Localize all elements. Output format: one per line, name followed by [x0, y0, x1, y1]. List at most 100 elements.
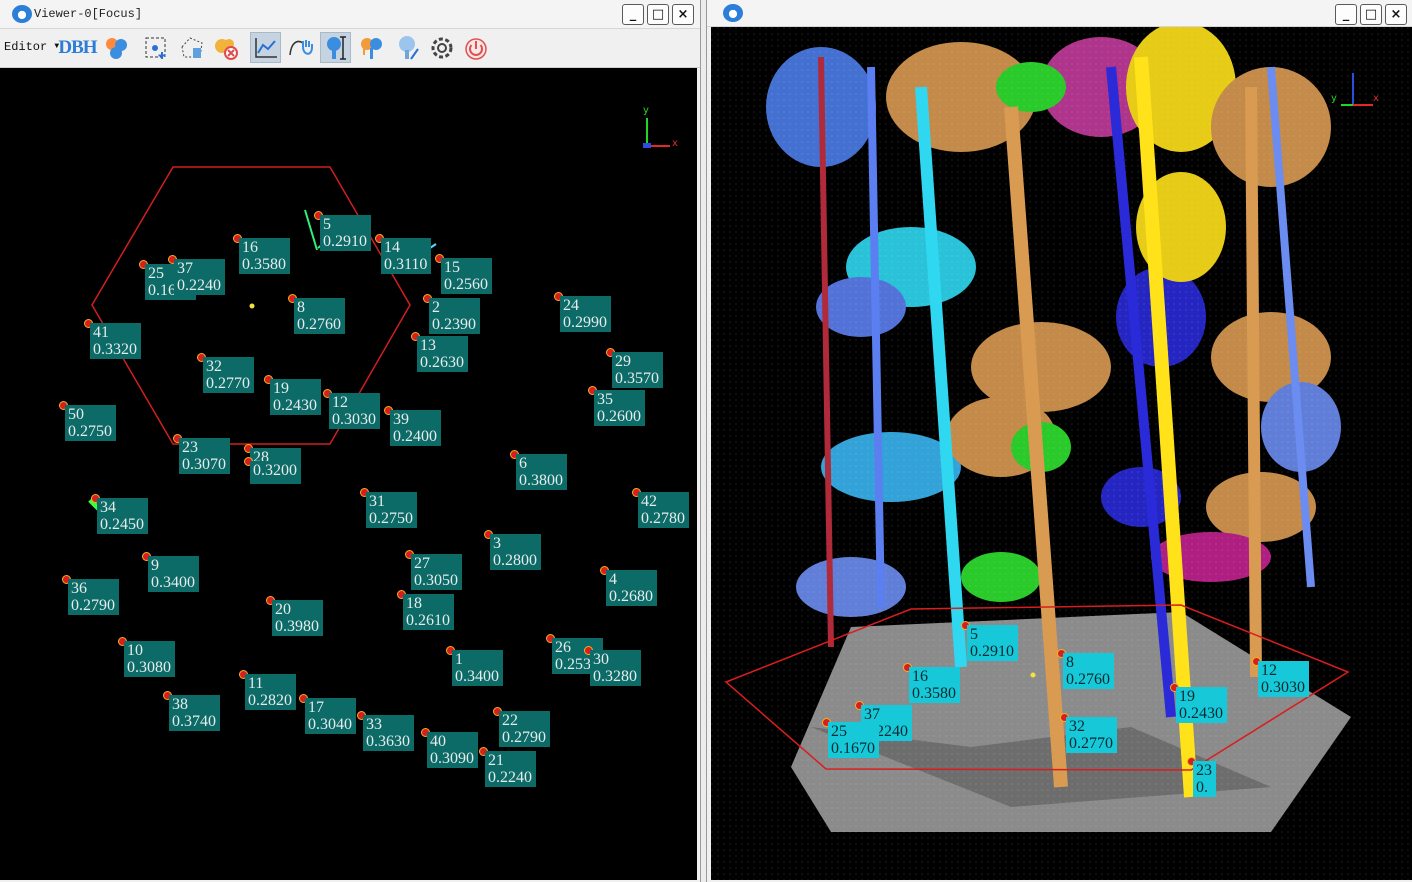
- tree-dbh-value: 0.3580: [242, 256, 286, 273]
- top-view-tree-label[interactable]: 24 0.2990: [560, 296, 611, 332]
- top-view-tree-label[interactable]: 10 0.3080: [124, 641, 175, 677]
- delete-cluster-button[interactable]: [210, 32, 241, 63]
- tree-dbh-value: 0.2560: [444, 276, 488, 293]
- top-view-tree-label[interactable]: 40 0.3090: [427, 732, 478, 768]
- tree-id: 34: [100, 499, 116, 516]
- axis-gizmo-icon: [1341, 73, 1373, 106]
- top-view-tree-label[interactable]: 31 0.2750: [366, 492, 417, 528]
- top-view-tree-label[interactable]: 42 0.2780: [638, 492, 689, 528]
- top-view-tree-label[interactable]: 14 0.3110: [381, 238, 432, 274]
- top-view-tree-label[interactable]: 15 0.2560: [441, 258, 492, 294]
- top-view-tree-label[interactable]: 9 0.3400: [148, 556, 199, 592]
- maximize-button[interactable]: □: [647, 4, 669, 25]
- top-view-tree-label[interactable]: 35 0.2600: [594, 390, 645, 426]
- top-view-tree-label[interactable]: 11 0.2820: [245, 674, 296, 710]
- top-view-tree-label[interactable]: 34 0.2450: [97, 498, 148, 534]
- top-view-tree-label[interactable]: 21 0.2240: [485, 751, 536, 787]
- top-view-tree-label[interactable]: 8 0.2760: [294, 298, 345, 334]
- perspective-tree-label[interactable]: 12 0.3030: [1258, 661, 1309, 697]
- tree-dbh-value: 0.3030: [332, 411, 376, 428]
- editor-menu[interactable]: Editor ▼: [4, 40, 59, 54]
- tree-id: 4: [609, 571, 617, 588]
- top-view-tree-label[interactable]: 38 0.3740: [169, 695, 220, 731]
- tree-dbh-value: 0.3630: [366, 733, 410, 750]
- top-view-tree-label[interactable]: 19 0.2430: [270, 379, 321, 415]
- left-titlebar[interactable]: Viewer-0[Focus] _ □ ×: [0, 0, 700, 29]
- top-view-viewport[interactable]: y x 5 0.2910 16 0.3580 14 0.3110 15 0.2560 25 0.1…: [0, 68, 697, 880]
- tree-id: 8: [1066, 654, 1074, 671]
- perspective-tree-label[interactable]: 25 0.1670: [828, 722, 879, 758]
- minimize-button[interactable]: _: [622, 4, 644, 25]
- top-view-tree-label[interactable]: 37 0.2240: [174, 259, 225, 295]
- tree-id: 19: [1179, 688, 1195, 705]
- perspective-tree-label[interactable]: 32 0.2770: [1066, 717, 1117, 753]
- power-icon: [464, 37, 487, 60]
- top-view-tree-label[interactable]: 30 0.3280: [590, 650, 641, 686]
- perspective-tree-label[interactable]: 8 0.2760: [1063, 653, 1114, 689]
- dbh-tool-button[interactable]: DBH: [58, 32, 97, 63]
- settings-button[interactable]: [426, 32, 457, 63]
- top-view-tree-label[interactable]: 29 0.3570: [612, 352, 663, 388]
- tree-id: 13: [420, 337, 436, 354]
- tree-id: 12: [332, 394, 348, 411]
- top-view-tree-label[interactable]: 12 0.3030: [329, 393, 380, 429]
- delete-cluster-icon: [214, 38, 238, 60]
- x-axis-label: x: [672, 138, 678, 149]
- top-view-tree-label[interactable]: 39 0.2400: [390, 410, 441, 446]
- top-view-tree-label[interactable]: 27 0.3050: [411, 554, 462, 590]
- tree-id: 39: [393, 411, 409, 428]
- tree-id: 50: [68, 406, 84, 423]
- top-view-tree-label[interactable]: 6 0.3800: [516, 454, 567, 490]
- top-view-tree-label[interactable]: 22 0.2790: [499, 711, 550, 747]
- top-view-tree-label[interactable]: 4 0.2680: [606, 570, 657, 606]
- top-view-tree-label[interactable]: 33 0.3630: [363, 715, 414, 751]
- top-view-tree-label[interactable]: 3 0.2800: [490, 534, 541, 570]
- top-view-tree-label[interactable]: 36 0.2790: [68, 579, 119, 615]
- minimize-button[interactable]: _: [1335, 4, 1357, 25]
- top-view-tree-label[interactable]: 50 0.2750: [65, 405, 116, 441]
- maximize-button[interactable]: □: [1360, 4, 1382, 25]
- perspective-tree-label[interactable]: 23 0.: [1193, 761, 1216, 797]
- top-view-tree-label[interactable]: 18 0.2610: [403, 594, 454, 630]
- profile-tool-button[interactable]: [250, 32, 281, 63]
- top-view-tree-label[interactable]: 5 0.2910: [320, 215, 371, 251]
- top-view-tree-label[interactable]: 2 0.2390: [429, 298, 480, 334]
- tree-color-button[interactable]: [356, 32, 387, 63]
- tree-dbh-value: 0.2430: [273, 397, 317, 414]
- perspective-tree-label[interactable]: 5 0.2910: [967, 625, 1018, 661]
- perspective-viewport[interactable]: y x 5 0.2910 8 0.2760 16 0.3580 12 0.3030 19 0.24…: [711, 27, 1412, 880]
- tree-id: 31: [369, 493, 385, 510]
- add-point-icon: [145, 37, 165, 59]
- perspective-tree-label[interactable]: 16 0.3580: [909, 667, 960, 703]
- tree-dbh-value: 0.2600: [597, 408, 641, 425]
- tree-dbh-value: 0.2750: [369, 510, 413, 527]
- cluster-tool-button[interactable]: [100, 32, 131, 63]
- top-view-tree-label[interactable]: 16 0.3580: [239, 238, 290, 274]
- selection-polygon: [88, 166, 437, 512]
- right-titlebar[interactable]: _ □ ×: [707, 0, 1412, 27]
- tree-id: 19: [273, 380, 289, 397]
- tree-edit-button[interactable]: [392, 32, 423, 63]
- dbh-label: DBH: [58, 36, 97, 58]
- perspective-tree-label[interactable]: 19 0.2430: [1176, 687, 1227, 723]
- add-point-button[interactable]: [140, 32, 171, 63]
- lasso-tool-button[interactable]: [285, 32, 316, 63]
- power-button[interactable]: [460, 32, 491, 63]
- tree-dbh-value: 0.2760: [1066, 671, 1110, 688]
- top-view-tree-label[interactable]: 41 0.3320: [90, 323, 141, 359]
- top-view-tree-label[interactable]: 32 0.2770: [203, 357, 254, 393]
- tree-dbh-value: 0.2820: [248, 692, 292, 709]
- top-view-tree-label[interactable]: 13 0.2630: [417, 336, 468, 372]
- top-view-tree-label[interactable]: 17 0.3040: [305, 698, 356, 734]
- delete-region-button[interactable]: [176, 32, 207, 63]
- top-view-tree-label[interactable]: 0.3200: [250, 461, 301, 480]
- top-view-tree-label[interactable]: 1 0.3400: [452, 650, 503, 686]
- editor-menu-label: Editor: [4, 40, 48, 54]
- close-button[interactable]: ×: [1385, 4, 1407, 25]
- tree-height-button[interactable]: [320, 32, 351, 63]
- tree-color-icon: [360, 37, 382, 59]
- close-button[interactable]: ×: [672, 4, 694, 25]
- top-view-tree-label[interactable]: 23 0.3070: [179, 438, 230, 474]
- top-view-tree-label[interactable]: 20 0.3980: [272, 600, 323, 636]
- tree-id: 1: [455, 651, 463, 668]
